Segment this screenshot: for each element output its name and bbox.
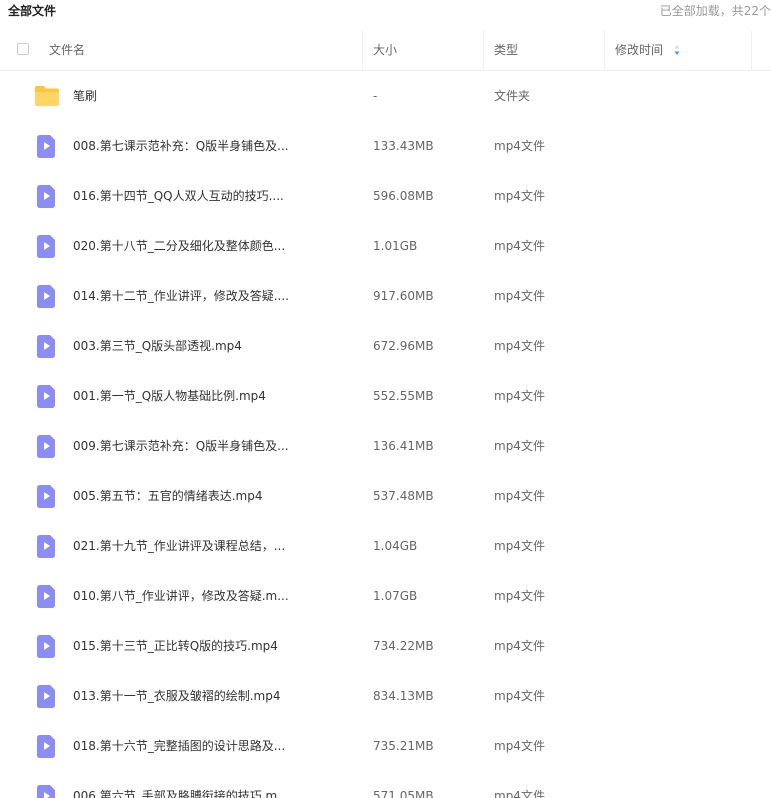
file-size: 672.96MB	[373, 339, 434, 353]
file-name[interactable]: 018.第十六节_完整插图的设计思路及...	[73, 721, 285, 771]
file-size: 917.60MB	[373, 289, 434, 303]
file-type: mp4文件	[494, 739, 545, 753]
file-name[interactable]: 010.第八节_作业讲评，修改及答疑.m...	[73, 571, 289, 621]
video-file-icon	[34, 383, 60, 409]
table-row[interactable]: 003.第三节_Q版头部透视.mp4 672.96MB mp4文件	[0, 321, 771, 371]
file-name[interactable]: 021.第十九节_作业讲评及课程总结，...	[73, 521, 285, 571]
file-type: mp4文件	[494, 389, 545, 403]
table-row[interactable]: 009.第七课示范补充：Q版半身铺色及... 136.41MB mp4文件	[0, 421, 771, 471]
sort-icon[interactable]	[674, 44, 680, 56]
table-row[interactable]: 010.第八节_作业讲评，修改及答疑.m... 1.07GB mp4文件	[0, 571, 771, 621]
table-row[interactable]: 005.第五节：五官的情绪表达.mp4 537.48MB mp4文件	[0, 471, 771, 521]
column-header-size[interactable]: 大小	[373, 30, 397, 70]
file-type: mp4文件	[494, 789, 545, 798]
file-size: 537.48MB	[373, 489, 434, 503]
video-file-icon	[34, 283, 60, 309]
file-type: mp4文件	[494, 539, 545, 553]
table-row[interactable]: 015.第十三节_正比转Q版的技巧.mp4 734.22MB mp4文件	[0, 621, 771, 671]
file-type: mp4文件	[494, 589, 545, 603]
table-row[interactable]: 020.第十八节_二分及细化及整体颜色... 1.01GB mp4文件	[0, 221, 771, 271]
column-divider[interactable]	[751, 30, 752, 70]
table-row[interactable]: 013.第十一节_衣服及皱褶的绘制.mp4 834.13MB mp4文件	[0, 671, 771, 721]
video-file-icon	[34, 783, 60, 798]
file-name[interactable]: 015.第十三节_正比转Q版的技巧.mp4	[73, 621, 278, 671]
file-size: 596.08MB	[373, 189, 434, 203]
table-header: 文件名 大小 类型 修改时间	[0, 30, 771, 71]
video-file-icon	[34, 733, 60, 759]
file-size: 552.55MB	[373, 389, 434, 403]
file-type: mp4文件	[494, 689, 545, 703]
column-header-modified[interactable]: 修改时间	[615, 30, 663, 70]
file-size: 734.22MB	[373, 639, 434, 653]
file-name[interactable]: 001.第一节_Q版人物基础比例.mp4	[73, 371, 266, 421]
column-divider[interactable]	[362, 30, 363, 70]
file-size: 136.41MB	[373, 439, 434, 453]
table-row[interactable]: 021.第十九节_作业讲评及课程总结，... 1.04GB mp4文件	[0, 521, 771, 571]
table-row[interactable]: 016.第十四节_QQ人双人互动的技巧.... 596.08MB mp4文件	[0, 171, 771, 221]
video-file-icon	[34, 683, 60, 709]
file-name[interactable]: 005.第五节：五官的情绪表达.mp4	[73, 471, 262, 521]
file-type: mp4文件	[494, 439, 545, 453]
file-type: mp4文件	[494, 289, 545, 303]
file-size: 133.43MB	[373, 139, 434, 153]
top-bar: 全部文件 已全部加载，共22个	[0, 0, 771, 22]
file-type: mp4文件	[494, 239, 545, 253]
table-row[interactable]: 018.第十六节_完整插图的设计思路及... 735.21MB mp4文件	[0, 721, 771, 771]
column-header-type[interactable]: 类型	[494, 30, 518, 70]
video-file-icon	[34, 183, 60, 209]
file-type: mp4文件	[494, 339, 545, 353]
file-name[interactable]: 笔刷	[73, 71, 97, 121]
video-file-icon	[34, 433, 60, 459]
video-file-icon	[34, 633, 60, 659]
file-size: 1.01GB	[373, 239, 418, 253]
file-size: 834.13MB	[373, 689, 434, 703]
table-row[interactable]: 008.第七课示范补充：Q版半身铺色及... 133.43MB mp4文件	[0, 121, 771, 171]
file-name[interactable]: 009.第七课示范补充：Q版半身铺色及...	[73, 421, 289, 471]
file-browser: 全部文件 已全部加载，共22个 文件名 大小 类型 修改时间 笔刷 - 文件夹 008…	[0, 0, 771, 798]
table-row[interactable]: 笔刷 - 文件夹	[0, 71, 771, 121]
table-row[interactable]: 001.第一节_Q版人物基础比例.mp4 552.55MB mp4文件	[0, 371, 771, 421]
file-type: mp4文件	[494, 139, 545, 153]
video-file-icon	[34, 333, 60, 359]
file-type: mp4文件	[494, 639, 545, 653]
table-row[interactable]: 014.第十二节_作业讲评，修改及答疑.... 917.60MB mp4文件	[0, 271, 771, 321]
folder-icon	[34, 83, 60, 109]
file-name[interactable]: 014.第十二节_作业讲评，修改及答疑....	[73, 271, 289, 321]
table-row[interactable]: 006.第六节_手部及胳膊衔接的技巧.m... 571.05MB mp4文件	[0, 771, 771, 798]
page-title: 全部文件	[8, 4, 57, 18]
file-type: 文件夹	[494, 89, 531, 103]
file-size: -	[373, 89, 378, 103]
file-size: 1.07GB	[373, 589, 418, 603]
load-status: 已全部加载，共22个	[659, 4, 771, 18]
file-name[interactable]: 013.第十一节_衣服及皱褶的绘制.mp4	[73, 671, 280, 721]
file-size: 571.05MB	[373, 789, 434, 798]
video-file-icon	[34, 533, 60, 559]
video-file-icon	[34, 483, 60, 509]
file-type: mp4文件	[494, 189, 545, 203]
file-size: 1.04GB	[373, 539, 418, 553]
file-name[interactable]: 016.第十四节_QQ人双人互动的技巧....	[73, 171, 284, 221]
column-divider[interactable]	[483, 30, 484, 70]
video-file-icon	[34, 133, 60, 159]
file-type: mp4文件	[494, 489, 545, 503]
column-header-name[interactable]: 文件名	[49, 30, 85, 70]
column-divider[interactable]	[604, 30, 605, 70]
select-all-checkbox[interactable]	[17, 43, 29, 55]
file-name[interactable]: 003.第三节_Q版头部透视.mp4	[73, 321, 242, 371]
video-file-icon	[34, 233, 60, 259]
file-size: 735.21MB	[373, 739, 434, 753]
file-name[interactable]: 006.第六节_手部及胳膊衔接的技巧.m...	[73, 771, 289, 798]
file-name[interactable]: 008.第七课示范补充：Q版半身铺色及...	[73, 121, 289, 171]
video-file-icon	[34, 583, 60, 609]
file-name[interactable]: 020.第十八节_二分及细化及整体颜色...	[73, 221, 285, 271]
